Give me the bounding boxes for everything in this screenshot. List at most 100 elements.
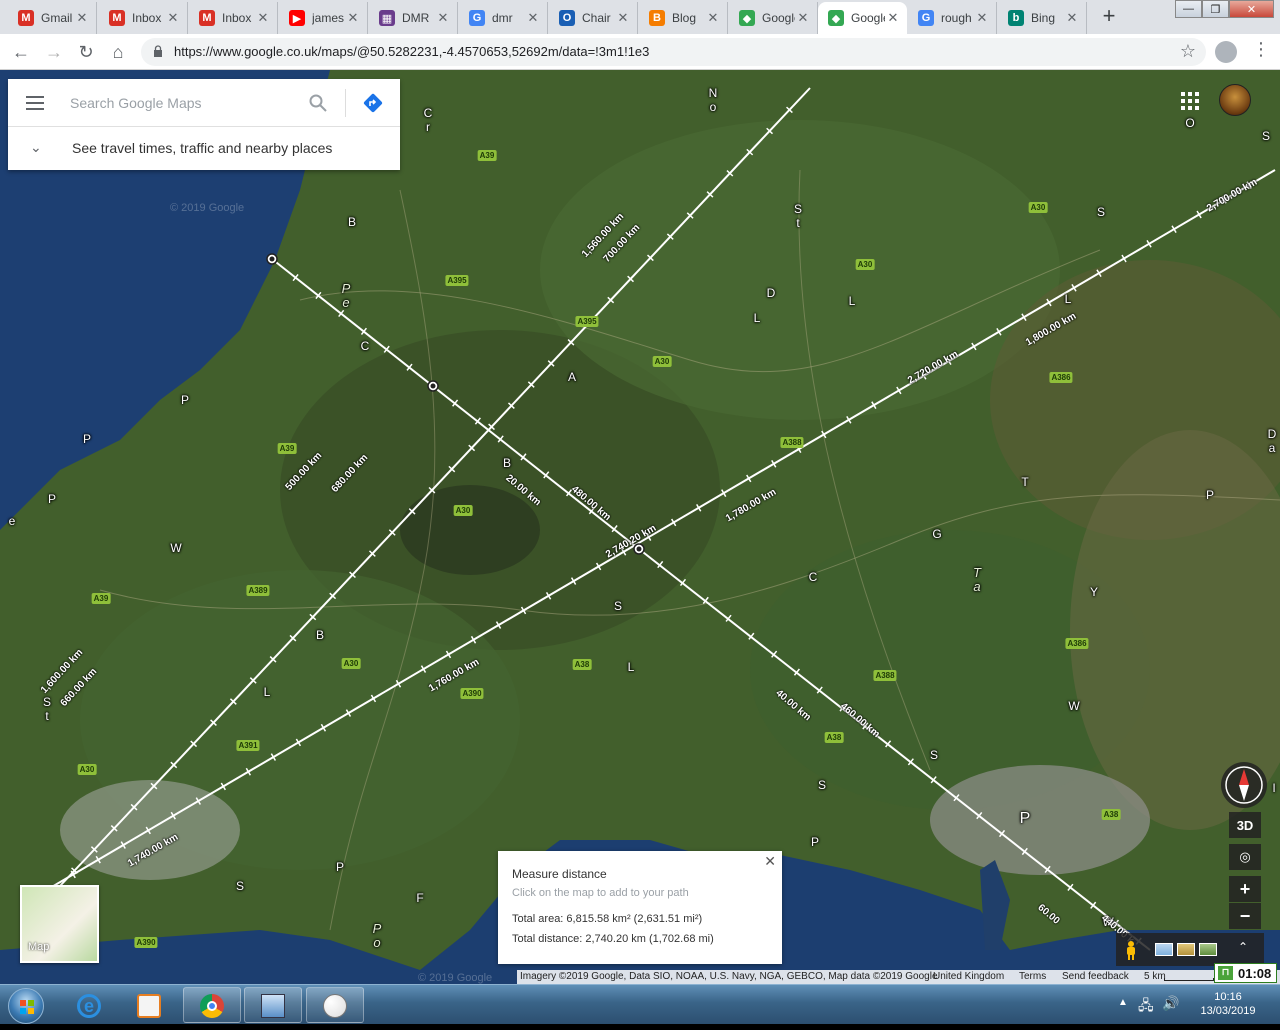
- network-icon[interactable]: 🖧: [1138, 995, 1154, 1019]
- new-tab-button[interactable]: +: [1096, 5, 1122, 29]
- place-label[interactable]: O: [1185, 116, 1194, 130]
- tab-10[interactable]: Grough ✕: [908, 2, 997, 34]
- close-icon[interactable]: ✕: [764, 853, 776, 870]
- place-label[interactable]: P: [336, 860, 344, 874]
- place-label[interactable]: I: [1272, 781, 1275, 795]
- profile-avatar-icon[interactable]: [1215, 41, 1237, 63]
- place-label[interactable]: P: [811, 835, 819, 849]
- tab-7[interactable]: B Blog ✕: [639, 2, 728, 34]
- search-icon[interactable]: [308, 93, 328, 113]
- show-hidden-icons[interactable]: ▲: [1118, 997, 1128, 1008]
- directions-icon[interactable]: [362, 92, 384, 114]
- account-avatar[interactable]: [1219, 84, 1251, 116]
- forward-button[interactable]: →: [42, 40, 66, 64]
- volume-icon[interactable]: 🔊: [1162, 995, 1179, 1012]
- place-label[interactable]: C: [361, 339, 370, 353]
- back-button[interactable]: ←: [9, 40, 33, 64]
- minimize-button[interactable]: —: [1175, 0, 1202, 18]
- place-label[interactable]: e: [9, 514, 16, 528]
- place-label[interactable]: S: [1262, 129, 1270, 143]
- place-label[interactable]: W: [170, 541, 181, 555]
- tab-close-icon[interactable]: ✕: [615, 10, 631, 26]
- tilt-3d-button[interactable]: 3D: [1229, 812, 1261, 838]
- place-label[interactable]: L: [1065, 292, 1072, 306]
- feedback-link[interactable]: Send feedback: [1062, 971, 1129, 982]
- place-label[interactable]: A: [568, 370, 576, 384]
- tab-close-icon[interactable]: ✕: [705, 10, 721, 26]
- place-label[interactable]: P: [181, 393, 189, 407]
- place-label[interactable]: C: [809, 570, 818, 584]
- window-close-button[interactable]: ✕: [1229, 0, 1274, 18]
- place-label[interactable]: S: [930, 748, 938, 762]
- place-label[interactable]: L: [754, 311, 761, 325]
- place-label[interactable]: Da: [1268, 427, 1277, 455]
- place-label[interactable]: W: [1068, 699, 1079, 713]
- place-label[interactable]: Cr: [424, 106, 433, 134]
- reload-button[interactable]: ↻: [74, 40, 98, 64]
- tab-close-icon[interactable]: ✕: [165, 10, 181, 26]
- expand-chevron-icon[interactable]: ⌃: [1238, 940, 1248, 954]
- my-location-icon[interactable]: ◎: [1229, 844, 1261, 870]
- tab-close-icon[interactable]: ✕: [255, 10, 271, 26]
- imagery-thumbnail[interactable]: [1177, 943, 1195, 956]
- tab-1[interactable]: M Inbox ✕: [99, 2, 188, 34]
- zoom-in-button[interactable]: +: [1229, 876, 1261, 902]
- taskbar-remote-desktop[interactable]: [244, 987, 302, 1023]
- place-label[interactable]: F: [416, 891, 423, 905]
- compass-icon[interactable]: [1221, 762, 1267, 808]
- place-label[interactable]: Ta: [973, 566, 981, 594]
- place-label[interactable]: B: [348, 215, 356, 229]
- pegman-icon[interactable]: [1124, 940, 1138, 960]
- terms-link[interactable]: Terms: [1019, 971, 1046, 982]
- place-label[interactable]: S: [818, 778, 826, 792]
- place-label[interactable]: Po: [373, 922, 382, 950]
- place-label[interactable]: S: [614, 599, 622, 613]
- tab-5[interactable]: Gdmr ✕: [459, 2, 548, 34]
- menu-hamburger-icon[interactable]: [26, 96, 44, 110]
- tab-9[interactable]: ◆ Google✕: [818, 2, 907, 34]
- home-button[interactable]: ⌂: [106, 40, 130, 64]
- place-label[interactable]: St: [43, 695, 51, 723]
- search-input[interactable]: [70, 92, 300, 114]
- tab-close-icon[interactable]: ✕: [345, 10, 361, 26]
- tab-close-icon[interactable]: ✕: [435, 10, 451, 26]
- place-label[interactable]: P: [1206, 488, 1214, 502]
- menu-kebab-icon[interactable]: ⋮: [1252, 39, 1270, 60]
- tab-3[interactable]: ▶ james ✕: [279, 2, 368, 34]
- place-label[interactable]: S: [1097, 205, 1105, 219]
- tab-0[interactable]: M Gmail ✕: [8, 2, 97, 34]
- map-type-toggle[interactable]: Map: [20, 885, 99, 963]
- tab-close-icon[interactable]: ✕: [74, 10, 90, 26]
- place-label[interactable]: D: [767, 286, 776, 300]
- place-label[interactable]: No: [709, 86, 718, 114]
- tab-close-icon[interactable]: ✕: [885, 10, 901, 26]
- tab-close-icon[interactable]: ✕: [525, 10, 541, 26]
- tab-close-icon[interactable]: ✕: [795, 10, 811, 26]
- place-label[interactable]: P: [48, 492, 56, 506]
- place-label[interactable]: L: [628, 660, 635, 674]
- place-label[interactable]: L: [264, 685, 271, 699]
- taskbar-chrome[interactable]: [183, 987, 241, 1023]
- system-clock[interactable]: 10:16 13/03/2019: [1198, 990, 1258, 1018]
- travel-times-row[interactable]: ⌄ See travel times, traffic and nearby p…: [8, 127, 400, 170]
- place-label[interactable]: G: [932, 527, 941, 541]
- region-link[interactable]: United Kingdom: [933, 971, 1004, 982]
- tab-4[interactable]: ▦ DMR ✕: [369, 2, 458, 34]
- place-label[interactable]: P: [83, 432, 91, 446]
- place-label[interactable]: P: [1020, 811, 1031, 827]
- bookmark-star-icon[interactable]: ☆: [1180, 41, 1196, 62]
- taskbar-media-player[interactable]: [120, 987, 178, 1023]
- google-apps-icon[interactable]: [1181, 92, 1199, 110]
- scale-label[interactable]: 5 km: [1144, 971, 1166, 982]
- place-label[interactable]: St: [794, 202, 802, 230]
- tab-11[interactable]: b Bing ✕: [998, 2, 1087, 34]
- address-bar[interactable]: https://www.google.co.uk/maps/@50.528223…: [141, 38, 1206, 66]
- place-label[interactable]: Y: [1090, 585, 1098, 599]
- map-canvas[interactable]: © 2019 Google © 2019 Google Cr No O S B Pe St S…: [0, 70, 1280, 984]
- maximize-button[interactable]: ❐: [1202, 0, 1229, 18]
- tab-close-icon[interactable]: ✕: [974, 10, 990, 26]
- place-label[interactable]: Pe: [342, 282, 351, 310]
- tab-close-icon[interactable]: ✕: [1064, 10, 1080, 26]
- imagery-thumbnail[interactable]: [1199, 943, 1217, 956]
- place-label[interactable]: B: [316, 628, 324, 642]
